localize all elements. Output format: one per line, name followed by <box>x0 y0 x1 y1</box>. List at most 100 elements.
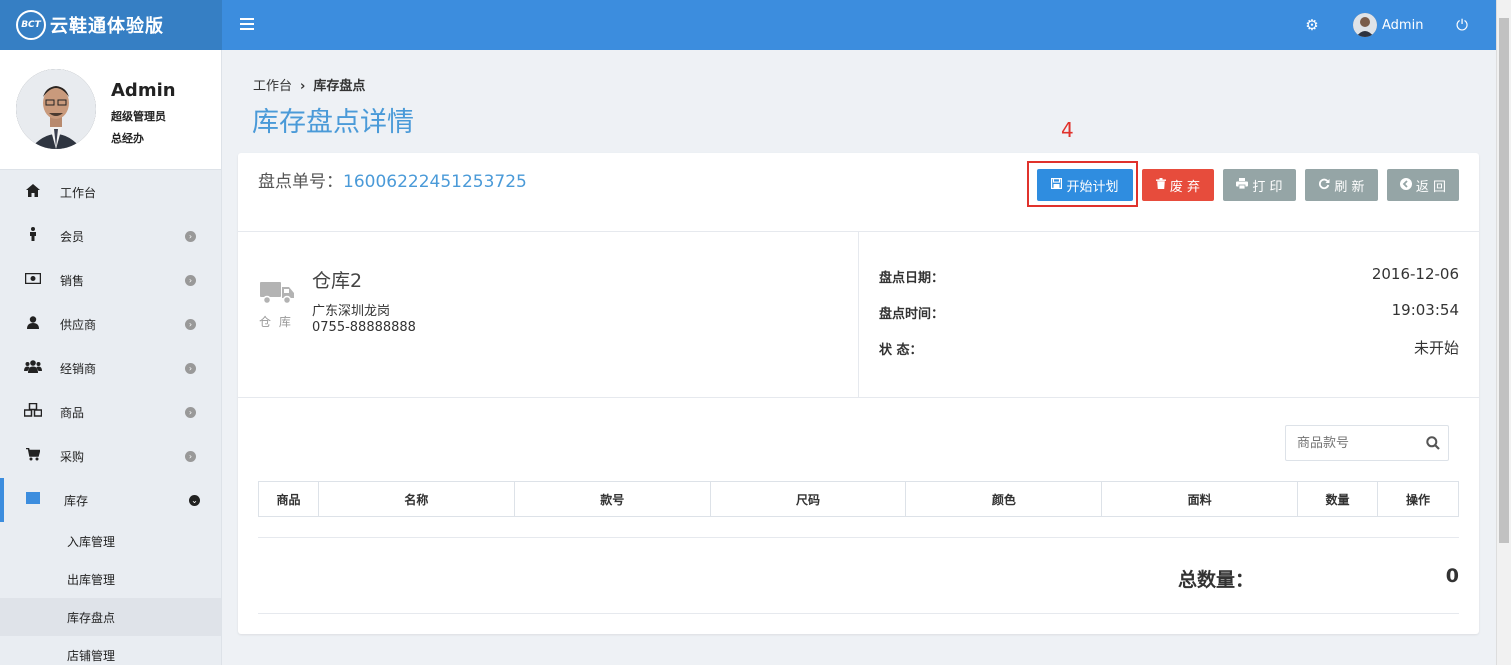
top-user-menu[interactable]: Admin <box>1353 13 1423 37</box>
stocktake-date-label: 盘点日期： <box>879 271 945 286</box>
discard-label: 废 弃 <box>1169 179 1201 195</box>
brand-logo: BCT <box>16 10 46 40</box>
sidebar-subitem-stock-in[interactable]: 入库管理 <box>0 522 221 560</box>
inventory-icon <box>24 492 42 508</box>
discard-button[interactable]: 废 弃 <box>1142 169 1214 201</box>
print-label: 打 印 <box>1252 179 1283 195</box>
sidebar-item-purchase[interactable]: 采购 › <box>0 434 221 478</box>
breadcrumb: 工作台 › 库存盘点 <box>253 75 365 94</box>
breadcrumb-home[interactable]: 工作台 <box>253 79 292 94</box>
start-plan-button[interactable]: 开始计划 <box>1037 169 1133 201</box>
breadcrumb-separator-icon: › <box>300 79 306 94</box>
status-label: 状 态： <box>879 343 923 358</box>
chevron-down-icon: ⌄ <box>189 494 200 506</box>
page-scrollbar[interactable] <box>1496 0 1511 665</box>
menu-toggle-icon[interactable] <box>240 15 254 35</box>
chevron-right-icon: › <box>185 450 196 462</box>
column-header-color: 颜色 <box>905 481 1103 517</box>
users-icon <box>24 359 42 377</box>
sidebar-item-suppliers[interactable]: 供应商 › <box>0 302 221 346</box>
table-header-row: 商品 名称 款号 尺码 颜色 面料 数量 操作 <box>258 481 1459 517</box>
gear-icon[interactable]: ⚙ <box>1303 16 1321 34</box>
sidebar-item-label: 供应商 <box>60 317 97 332</box>
stocktake-table: 商品 名称 款号 尺码 颜色 面料 数量 操作 <box>258 481 1459 517</box>
trash-icon <box>1155 178 1166 192</box>
user-name: Admin <box>111 80 176 101</box>
sidebar-item-label: 采购 <box>60 449 85 464</box>
sidebar-item-label: 库存 <box>64 493 89 508</box>
sidebar: Admin 超级管理员 总经办 工作台 会员 › 销售 › 供应商 › 经销商 <box>0 50 222 665</box>
column-header-style-no: 款号 <box>513 481 711 517</box>
search-icon[interactable] <box>1426 436 1440 450</box>
power-icon[interactable]: ⏻ <box>1452 15 1472 35</box>
truck-icon <box>260 280 294 305</box>
search-input[interactable] <box>1286 426 1416 460</box>
sidebar-subitem-shops[interactable]: 店铺管理 <box>0 636 221 665</box>
column-header-product: 商品 <box>258 481 319 517</box>
column-header-name: 名称 <box>317 481 515 517</box>
home-icon <box>24 183 42 201</box>
sidebar-item-label: 经销商 <box>60 361 97 376</box>
print-icon <box>1236 178 1249 192</box>
sidebar-item-sales[interactable]: 销售 › <box>0 258 221 302</box>
sidebar-item-members[interactable]: 会员 › <box>0 214 221 258</box>
divider <box>238 397 1479 398</box>
print-button[interactable]: 打 印 <box>1223 169 1296 201</box>
detail-card: 盘点单号：16006222451253725 开始计划 废 弃 打 印 刷 新 … <box>238 153 1479 634</box>
sidebar-item-products[interactable]: 商品 › <box>0 390 221 434</box>
chevron-right-icon: › <box>185 362 196 374</box>
back-label: 返 回 <box>1415 179 1447 195</box>
sidebar-item-label: 工作台 <box>60 185 97 200</box>
warehouse-icon-label: 仓 库 <box>259 315 293 329</box>
brand[interactable]: BCT 云鞋通体验版 <box>0 0 222 50</box>
scrollbar-thumb[interactable] <box>1499 18 1509 543</box>
cubes-icon <box>23 402 43 421</box>
chevron-right-icon: › <box>185 318 196 330</box>
warehouse-name: 仓库2 <box>312 270 363 292</box>
sidebar-item-inventory[interactable]: 库存 ⌄ <box>0 478 221 522</box>
cart-icon <box>24 447 42 465</box>
refresh-label: 刷 新 <box>1334 179 1365 195</box>
warehouse-address: 广东深圳龙岗 <box>312 304 391 319</box>
column-header-fabric: 面料 <box>1101 481 1299 517</box>
status-value: 未开始 <box>1413 339 1459 357</box>
start-plan-label: 开始计划 <box>1066 179 1119 195</box>
refresh-icon <box>1318 178 1330 193</box>
sidebar-item-label: 会员 <box>60 229 85 244</box>
back-button[interactable]: 返 回 <box>1387 169 1459 201</box>
divider <box>258 613 1459 614</box>
sidebar-item-label: 销售 <box>60 273 85 288</box>
brand-name: 云鞋通体验版 <box>50 16 164 37</box>
order-number: 16006222451253725 <box>343 172 527 192</box>
back-circle-icon <box>1399 177 1412 193</box>
sidebar-subitem-stocktake[interactable]: 库存盘点 <box>0 598 221 636</box>
column-header-size: 尺码 <box>709 481 907 517</box>
person-icon <box>24 227 42 245</box>
total-quantity-label: 总数量： <box>1178 569 1255 591</box>
top-navbar: BCT 云鞋通体验版 ⚙ Admin ⏻ <box>0 0 1496 50</box>
search-box <box>1285 425 1449 461</box>
sidebar-item-distributors[interactable]: 经销商 › <box>0 346 221 390</box>
chevron-right-icon: › <box>185 406 196 418</box>
divider <box>258 537 1459 538</box>
user-role: 超级管理员 <box>111 110 166 123</box>
avatar <box>16 69 96 149</box>
warehouse-phone: 0755-88888888 <box>312 320 416 335</box>
user-dept: 总经办 <box>111 132 144 145</box>
breadcrumb-current: 库存盘点 <box>313 79 366 94</box>
user-panel: Admin 超级管理员 总经办 <box>0 50 221 170</box>
order-number-row: 盘点单号：16006222451253725 <box>258 167 527 192</box>
stocktake-time-label: 盘点时间： <box>879 307 945 322</box>
page-title: 库存盘点详情 <box>252 107 414 138</box>
sidebar-subitem-stock-out[interactable]: 出库管理 <box>0 560 221 598</box>
annotation-number: 4 <box>1061 118 1074 142</box>
chevron-right-icon: › <box>185 274 196 286</box>
refresh-button[interactable]: 刷 新 <box>1305 169 1378 201</box>
column-header-actions: 操作 <box>1377 481 1459 517</box>
sidebar-item-workbench[interactable]: 工作台 <box>0 170 221 214</box>
chevron-right-icon: › <box>185 230 196 242</box>
total-quantity-value: 0 <box>1445 565 1459 587</box>
stocktake-time-value: 19:03:54 <box>1391 301 1459 319</box>
stocktake-date-value: 2016-12-06 <box>1371 265 1459 283</box>
sidebar-item-label: 商品 <box>60 405 85 420</box>
